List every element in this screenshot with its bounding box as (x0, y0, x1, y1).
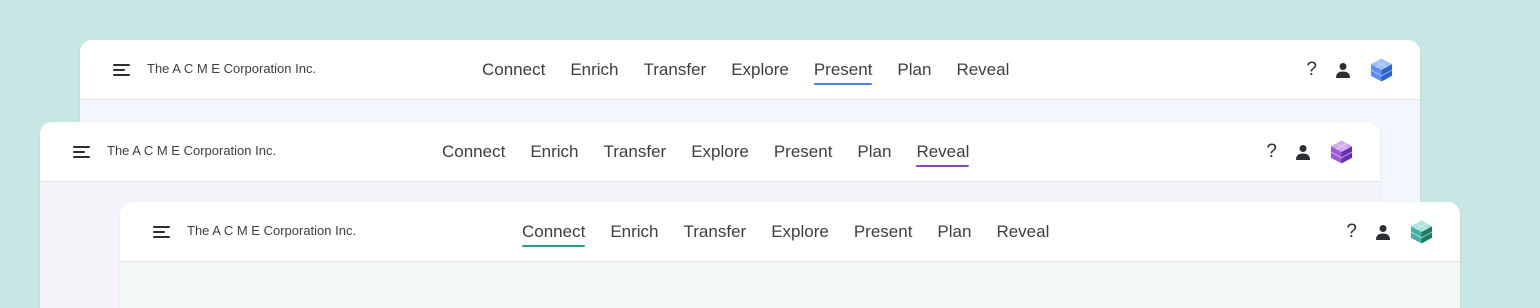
company-name: The A C M E Corporation Inc. (147, 61, 317, 76)
logo-cube-icon (1410, 219, 1433, 244)
help-icon[interactable]: ? (1306, 56, 1317, 83)
top-navigation-bar: The A C M E Corporation Inc. Connect Enr… (120, 202, 1460, 262)
logo-cube-icon (1330, 139, 1353, 164)
nav-item-explore[interactable]: Explore (691, 122, 749, 181)
nav-item-enrich[interactable]: Enrich (610, 202, 658, 261)
nav-item-transfer[interactable]: Transfer (604, 122, 667, 181)
menu-icon[interactable] (73, 146, 90, 158)
top-navigation-bar: The A C M E Corporation Inc. Connect Enr… (40, 122, 1380, 182)
nav-item-explore[interactable]: Explore (731, 40, 789, 99)
nav-item-present[interactable]: Present (813, 40, 872, 99)
nav-item-connect[interactable]: Connect (482, 40, 545, 99)
main-nav: Connect Enrich Transfer Explore Present … (482, 40, 1009, 99)
company-name: The A C M E Corporation Inc. (187, 223, 357, 238)
company-name: The A C M E Corporation Inc. (107, 143, 277, 158)
nav-item-transfer[interactable]: Transfer (644, 40, 707, 99)
menu-icon[interactable] (113, 64, 130, 76)
nav-item-plan[interactable]: Plan (937, 202, 971, 261)
top-navigation-bar: The A C M E Corporation Inc. Connect Enr… (80, 40, 1420, 100)
help-icon[interactable]: ? (1346, 218, 1357, 245)
toolbar-icons: ? (1346, 218, 1434, 245)
nav-item-present[interactable]: Present (854, 202, 913, 261)
main-nav: Connect Enrich Transfer Explore Present … (522, 202, 1049, 261)
menu-icon[interactable] (153, 226, 170, 238)
nav-item-reveal[interactable]: Reveal (916, 122, 969, 181)
user-icon[interactable] (1335, 62, 1351, 78)
nav-item-reveal[interactable]: Reveal (956, 40, 1009, 99)
app-window-connect: The A C M E Corporation Inc. Connect Enr… (120, 202, 1460, 308)
user-icon[interactable] (1375, 224, 1391, 240)
nav-item-present[interactable]: Present (774, 122, 833, 181)
nav-item-transfer[interactable]: Transfer (684, 202, 747, 261)
help-icon[interactable]: ? (1266, 138, 1277, 165)
nav-item-reveal[interactable]: Reveal (996, 202, 1049, 261)
nav-item-explore[interactable]: Explore (771, 202, 829, 261)
nav-item-enrich[interactable]: Enrich (570, 40, 618, 99)
nav-item-plan[interactable]: Plan (857, 122, 891, 181)
user-icon[interactable] (1295, 144, 1311, 160)
toolbar-icons: ? (1266, 138, 1354, 165)
nav-item-enrich[interactable]: Enrich (530, 122, 578, 181)
logo-cube-icon (1370, 57, 1393, 82)
toolbar-icons: ? (1306, 56, 1394, 83)
nav-item-connect[interactable]: Connect (522, 202, 586, 261)
nav-item-connect[interactable]: Connect (442, 122, 505, 181)
main-nav: Connect Enrich Transfer Explore Present … (442, 122, 969, 181)
nav-item-plan[interactable]: Plan (897, 40, 931, 99)
